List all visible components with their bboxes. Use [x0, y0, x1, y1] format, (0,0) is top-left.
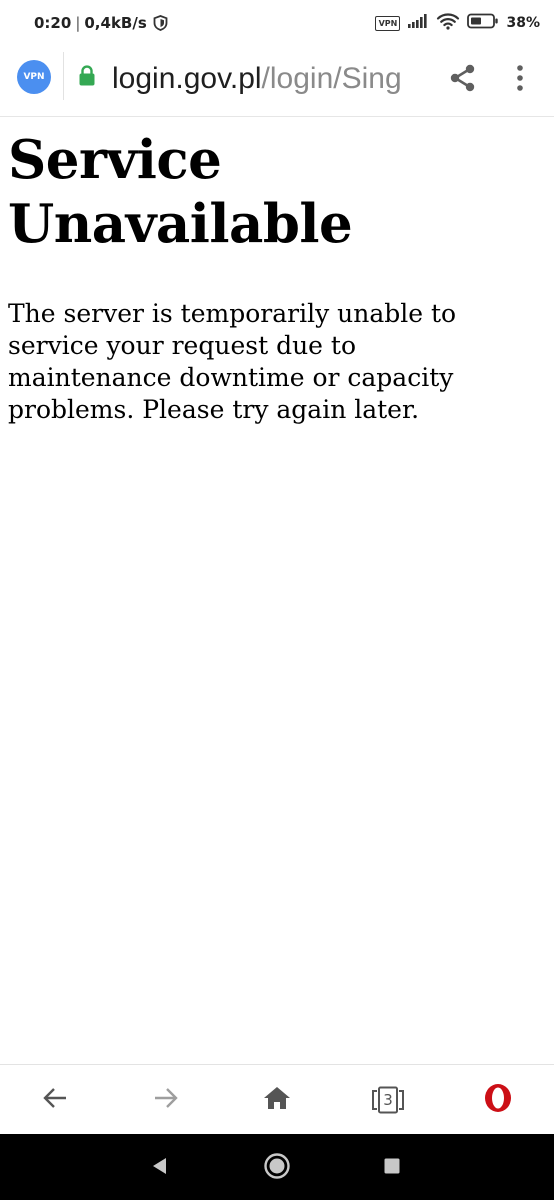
home-icon	[263, 1085, 291, 1115]
browser-bottom-nav: 3	[0, 1064, 554, 1135]
status-time: 0:20	[34, 14, 72, 32]
lock-icon[interactable]	[78, 65, 96, 91]
overflow-menu-icon[interactable]	[512, 64, 528, 96]
system-home-button[interactable]	[257, 1148, 297, 1188]
url-path: /login/Sing	[261, 62, 402, 95]
tab-count: 3	[383, 1091, 393, 1109]
vpn-button[interactable]: VPN	[17, 60, 51, 94]
cell-signal-icon	[407, 13, 429, 33]
url-host: login.gov.pl	[112, 62, 262, 95]
back-button[interactable]	[20, 1065, 90, 1135]
page-content: Service Unavailable The server is tempor…	[8, 128, 538, 426]
network-speed: 0,4kB/s	[84, 14, 147, 32]
home-button[interactable]	[242, 1065, 312, 1135]
system-back-button[interactable]	[140, 1148, 180, 1188]
status-right: VPN 38%	[375, 12, 540, 34]
toolbar-divider	[63, 52, 64, 100]
share-icon[interactable]	[448, 63, 478, 97]
system-recents-icon	[383, 1157, 401, 1179]
page-heading: Service Unavailable	[8, 129, 353, 255]
system-back-icon	[150, 1156, 170, 1180]
vpn-status-badge: VPN	[375, 15, 401, 31]
wifi-icon	[436, 12, 460, 34]
error-message: The server is temporarily unable to serv…	[8, 299, 457, 424]
back-arrow-icon	[41, 1086, 69, 1114]
forward-arrow-icon	[152, 1086, 180, 1114]
system-home-icon	[263, 1152, 291, 1184]
forward-button[interactable]	[131, 1065, 201, 1135]
battery-icon	[467, 13, 499, 33]
tabs-button[interactable]: 3	[353, 1065, 423, 1135]
shield-icon	[153, 15, 168, 31]
opera-logo-icon	[482, 1082, 514, 1118]
tabs-icon: 3	[371, 1085, 405, 1115]
opera-menu-button[interactable]	[463, 1065, 533, 1135]
system-nav-bar	[0, 1134, 554, 1200]
status-bar: 0:20 | 0,4kB/s VPN 38%	[0, 0, 554, 46]
status-left: 0:20 | 0,4kB/s	[34, 13, 168, 33]
system-recents-button[interactable]	[372, 1148, 412, 1188]
battery-percent: 38%	[506, 15, 540, 31]
browser-toolbar: VPN login.gov.pl/login/Sing	[0, 46, 554, 117]
address-bar[interactable]: login.gov.pl/login/Sing	[112, 59, 438, 99]
status-separator: |	[75, 14, 81, 32]
